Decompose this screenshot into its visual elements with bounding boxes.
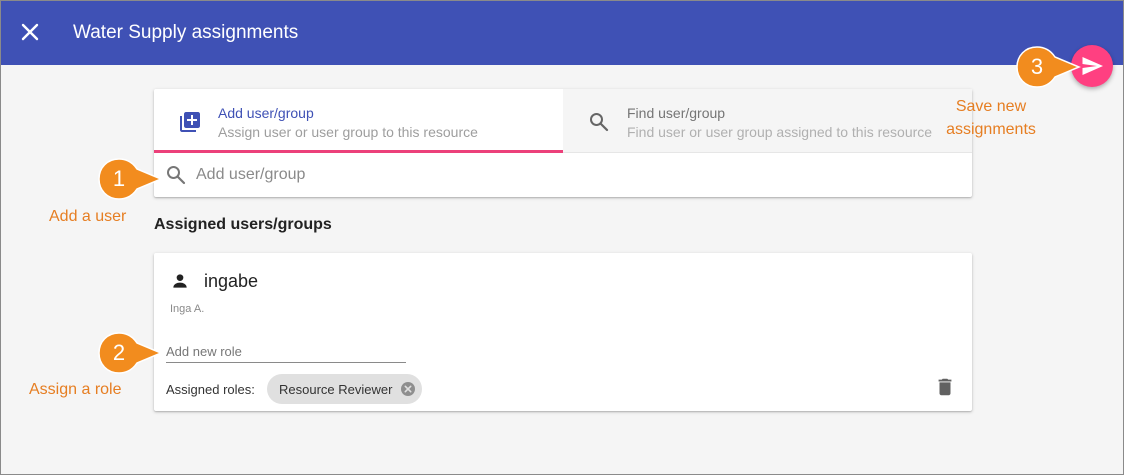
tab-find-user-group[interactable]: Find user/group Find user or user group … <box>563 89 972 153</box>
person-icon <box>173 274 187 288</box>
tab-label: Add user/group <box>218 105 314 121</box>
add-user-search <box>154 153 972 197</box>
username: ingabe <box>204 271 259 291</box>
user-full-name: Inga A. <box>170 303 205 315</box>
search-icon <box>590 113 609 132</box>
callout-2: 2 <box>97 331 163 375</box>
add-user-input[interactable] <box>196 163 936 187</box>
assigned-section-title: Assigned users/groups <box>154 216 332 233</box>
add-box-icon <box>180 112 200 132</box>
role-chip-label: Resource Reviewer <box>279 381 393 397</box>
send-icon <box>1082 57 1103 75</box>
callout-label: Save new assignments <box>946 98 1036 138</box>
assign-panel: Add user/group Assign user or user group… <box>154 89 972 197</box>
close-icon <box>21 23 39 41</box>
app-header: Water Supply assignments <box>1 1 1123 65</box>
callout-label: Add a user <box>49 208 127 225</box>
callout-1: 1 <box>97 157 163 201</box>
role-chip[interactable]: Resource Reviewer <box>267 374 423 404</box>
delete-icon[interactable] <box>934 375 956 399</box>
assigned-user-card: ingabe Inga A. Assigned roles: Resource … <box>154 253 972 411</box>
callout-number: 1 <box>112 166 126 191</box>
callout-label: Assign a role <box>29 381 122 398</box>
dialog-title: Water Supply assignments <box>73 22 299 43</box>
tab-add-user-group[interactable]: Add user/group Assign user or user group… <box>154 89 563 153</box>
search-icon <box>167 166 186 185</box>
tab-label: Find user/group <box>627 105 726 121</box>
callout-3: 3 <box>1015 45 1081 89</box>
close-button[interactable] <box>15 17 45 47</box>
remove-role-icon[interactable] <box>400 381 416 397</box>
tab-description: Find user or user group assigned to this… <box>627 124 933 140</box>
tab-description: Assign user or user group to this resour… <box>218 124 478 140</box>
assigned-roles-label: Assigned roles: <box>166 382 255 397</box>
callout-number: 2 <box>112 340 126 365</box>
callout-number: 3 <box>1030 54 1044 79</box>
add-role-input[interactable] <box>166 341 406 363</box>
